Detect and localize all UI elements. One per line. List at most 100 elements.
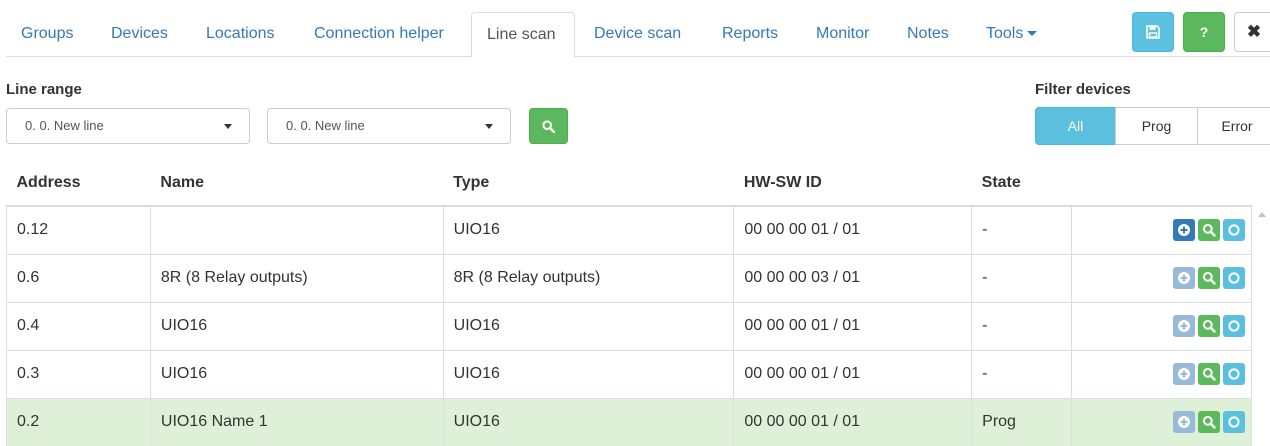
cell-address: 0.3 <box>6 349 151 398</box>
add-device-button[interactable] <box>1173 267 1195 289</box>
plus-circle-icon <box>1178 368 1190 380</box>
help-button[interactable]: ? <box>1183 12 1225 52</box>
column-header-address[interactable]: Address <box>6 160 151 207</box>
table-header-row: Address Name Type HW-SW ID State <box>6 160 1252 207</box>
tab-reports[interactable]: Reports <box>707 12 793 56</box>
nav-divider <box>6 56 1270 57</box>
tab-device-scan[interactable]: Device scan <box>579 12 696 56</box>
cell-type: UIO16 <box>443 349 735 398</box>
scan-results-table: Address Name Type HW-SW ID State 0.12 UI… <box>6 160 1252 446</box>
tab-tools-label: Tools <box>986 25 1024 42</box>
search-icon <box>1202 416 1216 429</box>
plus-circle-icon <box>1178 416 1190 429</box>
column-header-name[interactable]: Name <box>150 160 444 207</box>
circle-icon <box>1228 320 1240 332</box>
circle-icon <box>1228 272 1240 284</box>
column-header-hwsw-id[interactable]: HW-SW ID <box>733 160 972 207</box>
select-arrow-icon <box>224 124 232 129</box>
cell-actions <box>1071 253 1252 302</box>
line-range-from-select[interactable]: 0. 0. New line <box>6 108 250 144</box>
tab-locations[interactable]: Locations <box>191 12 290 56</box>
tab-devices[interactable]: Devices <box>96 12 183 56</box>
filter-prog-button[interactable]: Prog <box>1115 107 1198 145</box>
filter-devices-label: Filter devices <box>1035 81 1131 98</box>
cell-actions <box>1071 205 1252 254</box>
close-button[interactable]: ✖ <box>1234 12 1270 52</box>
tab-notes[interactable]: Notes <box>892 12 964 56</box>
cell-state: - <box>971 301 1073 350</box>
cell-state: - <box>971 205 1073 254</box>
plus-circle-icon <box>1178 320 1190 332</box>
cell-name: UIO16 <box>150 301 444 350</box>
main-nav-tabs: Groups Devices Locations Connection help… <box>0 0 1270 58</box>
scroll-up-arrow-icon[interactable] <box>1258 212 1266 217</box>
line-range-from-value: 0. 0. New line <box>25 118 104 133</box>
device-info-button[interactable] <box>1223 363 1245 385</box>
line-range-to-select[interactable]: 0. 0. New line <box>267 108 511 144</box>
add-device-button[interactable] <box>1173 363 1195 385</box>
plus-circle-icon <box>1178 224 1190 237</box>
search-icon <box>1202 224 1216 237</box>
line-range-to-value: 0. 0. New line <box>286 118 365 133</box>
cell-address: 0.6 <box>6 253 151 302</box>
circle-icon <box>1228 368 1240 380</box>
circle-icon <box>1228 416 1240 428</box>
table-row[interactable]: 0.3 UIO16 UIO16 00 00 00 01 / 01 - <box>6 349 1252 398</box>
add-device-button[interactable] <box>1173 411 1195 434</box>
identify-device-button[interactable] <box>1198 315 1220 337</box>
cell-address: 0.4 <box>6 301 151 350</box>
tab-monitor[interactable]: Monitor <box>801 12 884 56</box>
cell-hwsw-id: 00 00 00 01 / 01 <box>733 349 973 398</box>
tab-line-scan[interactable]: Line scan <box>471 12 575 58</box>
search-icon <box>1202 271 1216 285</box>
cell-address: 0.12 <box>6 205 151 254</box>
filter-all-button[interactable]: All <box>1035 107 1116 145</box>
cell-type: UIO16 <box>443 301 735 350</box>
search-icon <box>542 119 555 133</box>
plus-circle-icon <box>1178 272 1190 284</box>
cell-type: 8R (8 Relay outputs) <box>443 253 735 302</box>
circle-icon <box>1228 224 1240 236</box>
tab-tools-dropdown[interactable]: Tools <box>971 12 1052 56</box>
device-info-button[interactable] <box>1223 267 1245 289</box>
cell-type: UIO16 <box>443 205 735 254</box>
table-row[interactable]: 0.12 UIO16 00 00 00 01 / 01 - <box>6 205 1252 254</box>
floppy-disk-icon <box>1146 25 1160 39</box>
cell-hwsw-id: 00 00 00 01 / 01 <box>733 205 973 254</box>
tab-groups[interactable]: Groups <box>6 12 88 56</box>
filter-devices-group: All Prog Error <box>1035 107 1270 145</box>
cell-name: UIO16 <box>150 349 444 398</box>
cell-name <box>150 205 444 254</box>
line-range-label: Line range <box>6 81 82 98</box>
search-icon <box>1202 367 1216 381</box>
table-scrollbar[interactable] <box>1254 207 1270 439</box>
cell-hwsw-id: 00 00 00 03 / 01 <box>733 253 973 302</box>
filter-error-button[interactable]: Error <box>1197 107 1270 145</box>
cell-actions <box>1071 301 1252 350</box>
identify-device-button[interactable] <box>1198 411 1220 434</box>
identify-device-button[interactable] <box>1198 267 1220 289</box>
column-header-state[interactable]: State <box>971 160 1072 207</box>
add-device-button[interactable] <box>1173 219 1195 242</box>
column-header-actions <box>1071 160 1252 207</box>
cell-name: 8R (8 Relay outputs) <box>150 253 444 302</box>
identify-device-button[interactable] <box>1198 219 1220 242</box>
cell-state: - <box>971 349 1073 398</box>
device-info-button[interactable] <box>1223 315 1245 337</box>
tab-connection-helper[interactable]: Connection helper <box>299 12 459 56</box>
table-row[interactable]: 0.4 UIO16 UIO16 00 00 00 01 / 01 - <box>6 301 1252 350</box>
device-info-button[interactable] <box>1223 411 1245 434</box>
select-arrow-icon <box>485 124 493 129</box>
save-button[interactable] <box>1132 12 1174 52</box>
column-header-type[interactable]: Type <box>443 160 734 207</box>
cell-state: - <box>971 253 1073 302</box>
device-info-button[interactable] <box>1223 219 1245 242</box>
scan-search-button[interactable] <box>529 108 568 144</box>
identify-device-button[interactable] <box>1198 363 1220 385</box>
table-row[interactable]: 0.6 8R (8 Relay outputs) 8R (8 Relay out… <box>6 253 1252 302</box>
search-icon <box>1202 319 1216 333</box>
cell-actions <box>1071 349 1252 398</box>
cell-hwsw-id: 00 00 00 01 / 01 <box>733 301 973 350</box>
caret-down-icon <box>1027 31 1038 37</box>
add-device-button[interactable] <box>1173 315 1195 337</box>
